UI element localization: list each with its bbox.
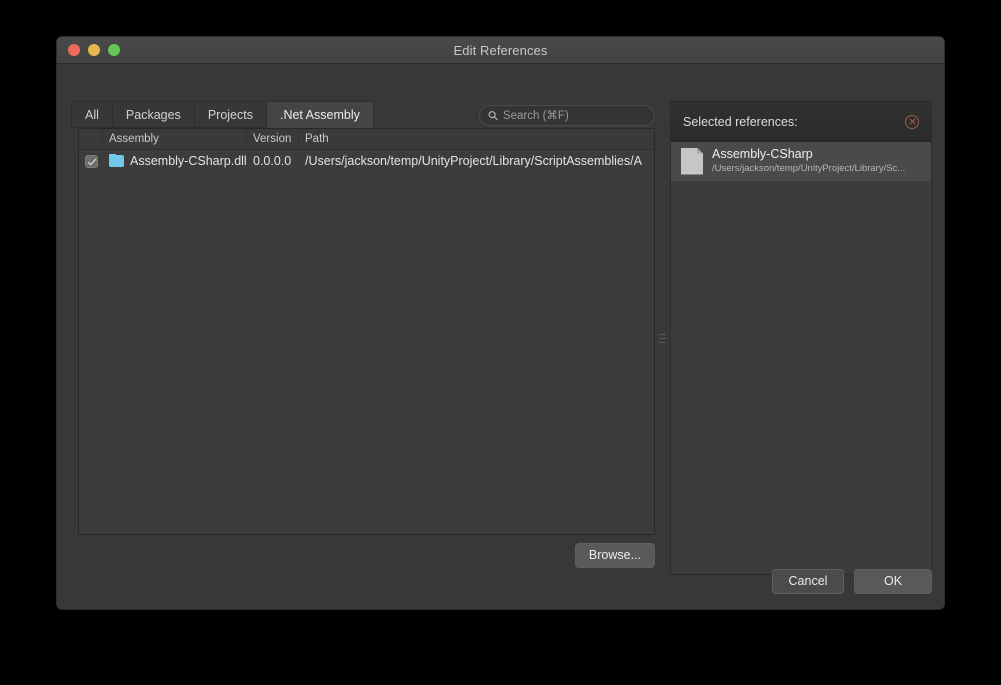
folder-icon [109,154,124,167]
search-input[interactable] [502,109,646,122]
selected-references-panel: Selected references: Assembly-CSharp /Us… [670,101,932,575]
row-checkbox[interactable] [84,154,98,168]
column-header-check[interactable] [79,129,103,149]
tab-all[interactable]: All [71,101,112,128]
table-row[interactable]: Assembly-CSharp.dll 0.0.0.0 /Users/jacks… [79,150,654,172]
reference-source-tabs: All Packages Projects .Net Assembly [71,101,374,128]
column-header-path[interactable]: Path [299,129,654,149]
remove-circle-icon[interactable] [905,114,919,129]
window-titlebar: Edit References [57,37,944,64]
selected-references-list: Assembly-CSharp /Users/jackson/temp/Unit… [671,142,931,181]
list-item-path: /Users/jackson/temp/UnityProject/Library… [712,163,906,174]
list-item-text: Assembly-CSharp /Users/jackson/temp/Unit… [712,147,905,175]
list-item[interactable]: Assembly-CSharp /Users/jackson/temp/Unit… [671,142,931,181]
list-item-name: Assembly-CSharp [712,147,813,161]
column-header-version[interactable]: Version [247,129,299,149]
assembly-list-body: Assembly-CSharp.dll 0.0.0.0 /Users/jacks… [79,150,654,535]
minimize-window-button[interactable] [88,44,100,56]
row-assembly-cell: Assembly-CSharp.dll [103,154,247,168]
column-header-assembly[interactable]: Assembly [103,129,247,149]
tab-projects[interactable]: Projects [193,101,266,128]
window-title: Edit References [453,43,548,58]
row-version-cell: 0.0.0.0 [253,154,292,168]
assembly-list-header: Assembly Version Path [79,129,654,150]
row-path-cell: /Users/jackson/temp/UnityProject/Library… [305,154,642,168]
cancel-button[interactable]: Cancel [772,568,844,594]
desktop-background: Edit References All Packages Projects .N… [0,0,1001,685]
edit-references-window: Edit References All Packages Projects .N… [56,36,945,610]
selected-references-title: Selected references: [683,114,798,129]
tab-packages[interactable]: Packages [111,101,194,128]
assembly-list: Assembly Version Path Assembly-CSharp.dl… [78,128,655,535]
tab-net-assembly[interactable]: .Net Assembly [265,101,374,128]
tab-all-label: All [85,107,99,122]
dialog-body: All Packages Projects .Net Assembly Sear… [57,64,944,609]
close-window-button[interactable] [68,44,80,56]
file-icon [681,147,703,175]
row-assembly-name: Assembly-CSharp.dll [130,154,247,168]
tab-packages-label: Packages [125,107,181,122]
tab-projects-label: Projects [207,107,253,122]
row-checkbox-cell[interactable] [79,154,103,168]
selected-references-header: Selected references: [671,102,931,142]
splitter-grip-icon [659,333,666,343]
traffic-light-group [68,44,120,56]
search-icon [488,111,498,121]
tab-net-assembly-label: .Net Assembly [279,107,360,122]
zoom-window-button[interactable] [108,44,120,56]
ok-button[interactable]: OK [854,568,932,594]
pane-splitter[interactable] [657,101,668,575]
search-field[interactable] [479,105,655,126]
dialog-footer: Cancel OK [57,551,944,609]
